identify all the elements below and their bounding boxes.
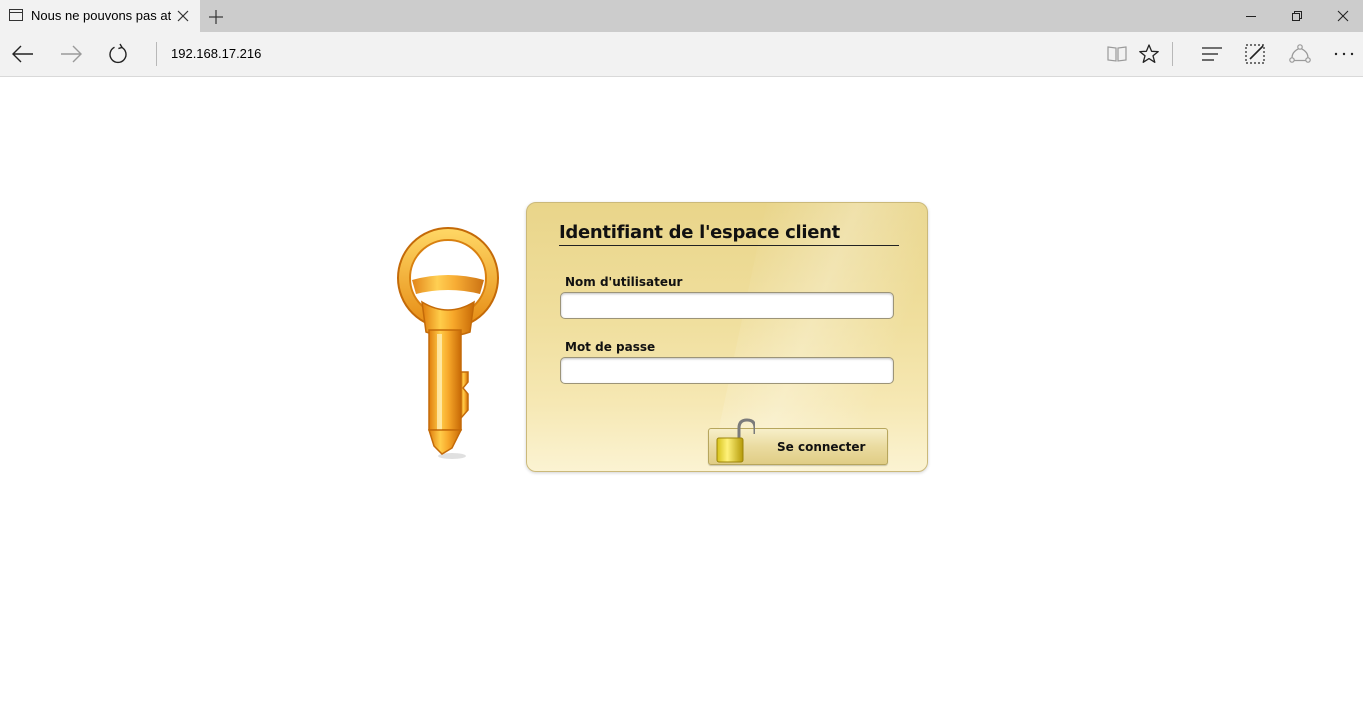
refresh-icon — [109, 43, 127, 64]
username-label: Nom d'utilisateur — [565, 275, 683, 289]
toolbar-separator — [1172, 42, 1173, 66]
close-icon — [1337, 10, 1349, 22]
share-icon — [1289, 44, 1311, 63]
login-panel: Identifiant de l'espace client Nom d'uti… — [526, 202, 928, 472]
login-button[interactable]: Se connecter — [708, 418, 888, 465]
close-window-button[interactable] — [1320, 0, 1363, 32]
tab-title: Nous ne pouvons pas at — [31, 8, 171, 23]
forward-arrow-icon — [61, 45, 82, 63]
username-input[interactable] — [560, 292, 894, 319]
key-icon — [397, 227, 499, 459]
restore-icon — [1292, 11, 1302, 21]
login-button-label: Se connecter — [777, 440, 866, 454]
password-label: Mot de passe — [565, 340, 656, 354]
refresh-button[interactable] — [95, 32, 141, 76]
web-note-button[interactable] — [1233, 32, 1279, 76]
page-icon — [9, 9, 23, 21]
navigation-bar: 192.168.17.216 — [0, 32, 1363, 77]
share-button[interactable] — [1277, 32, 1323, 76]
back-arrow-icon — [12, 45, 33, 63]
hub-button[interactable] — [1189, 32, 1235, 76]
padlock-icon — [716, 418, 755, 463]
more-dots-icon — [1334, 52, 1354, 56]
back-button[interactable] — [0, 32, 46, 76]
address-separator — [156, 42, 157, 66]
login-title: Identifiant de l'espace client — [559, 222, 840, 243]
browser-tab[interactable]: Nous ne pouvons pas at — [0, 0, 200, 32]
address-bar[interactable]: 192.168.17.216 — [171, 46, 261, 61]
password-input[interactable] — [560, 357, 894, 384]
more-button[interactable] — [1321, 32, 1363, 76]
pen-note-icon — [1245, 44, 1265, 64]
title-bar: Nous ne pouvons pas at — [0, 0, 1363, 32]
minimize-button[interactable] — [1228, 0, 1274, 32]
star-icon — [1139, 44, 1159, 63]
minimize-icon — [1246, 16, 1256, 17]
restore-button[interactable] — [1274, 0, 1320, 32]
hub-lines-icon — [1202, 47, 1222, 61]
new-tab-icon[interactable] — [207, 8, 225, 26]
forward-button[interactable] — [48, 32, 94, 76]
close-tab-icon[interactable] — [176, 9, 190, 23]
title-divider — [559, 245, 899, 246]
favorite-button[interactable] — [1126, 32, 1172, 76]
